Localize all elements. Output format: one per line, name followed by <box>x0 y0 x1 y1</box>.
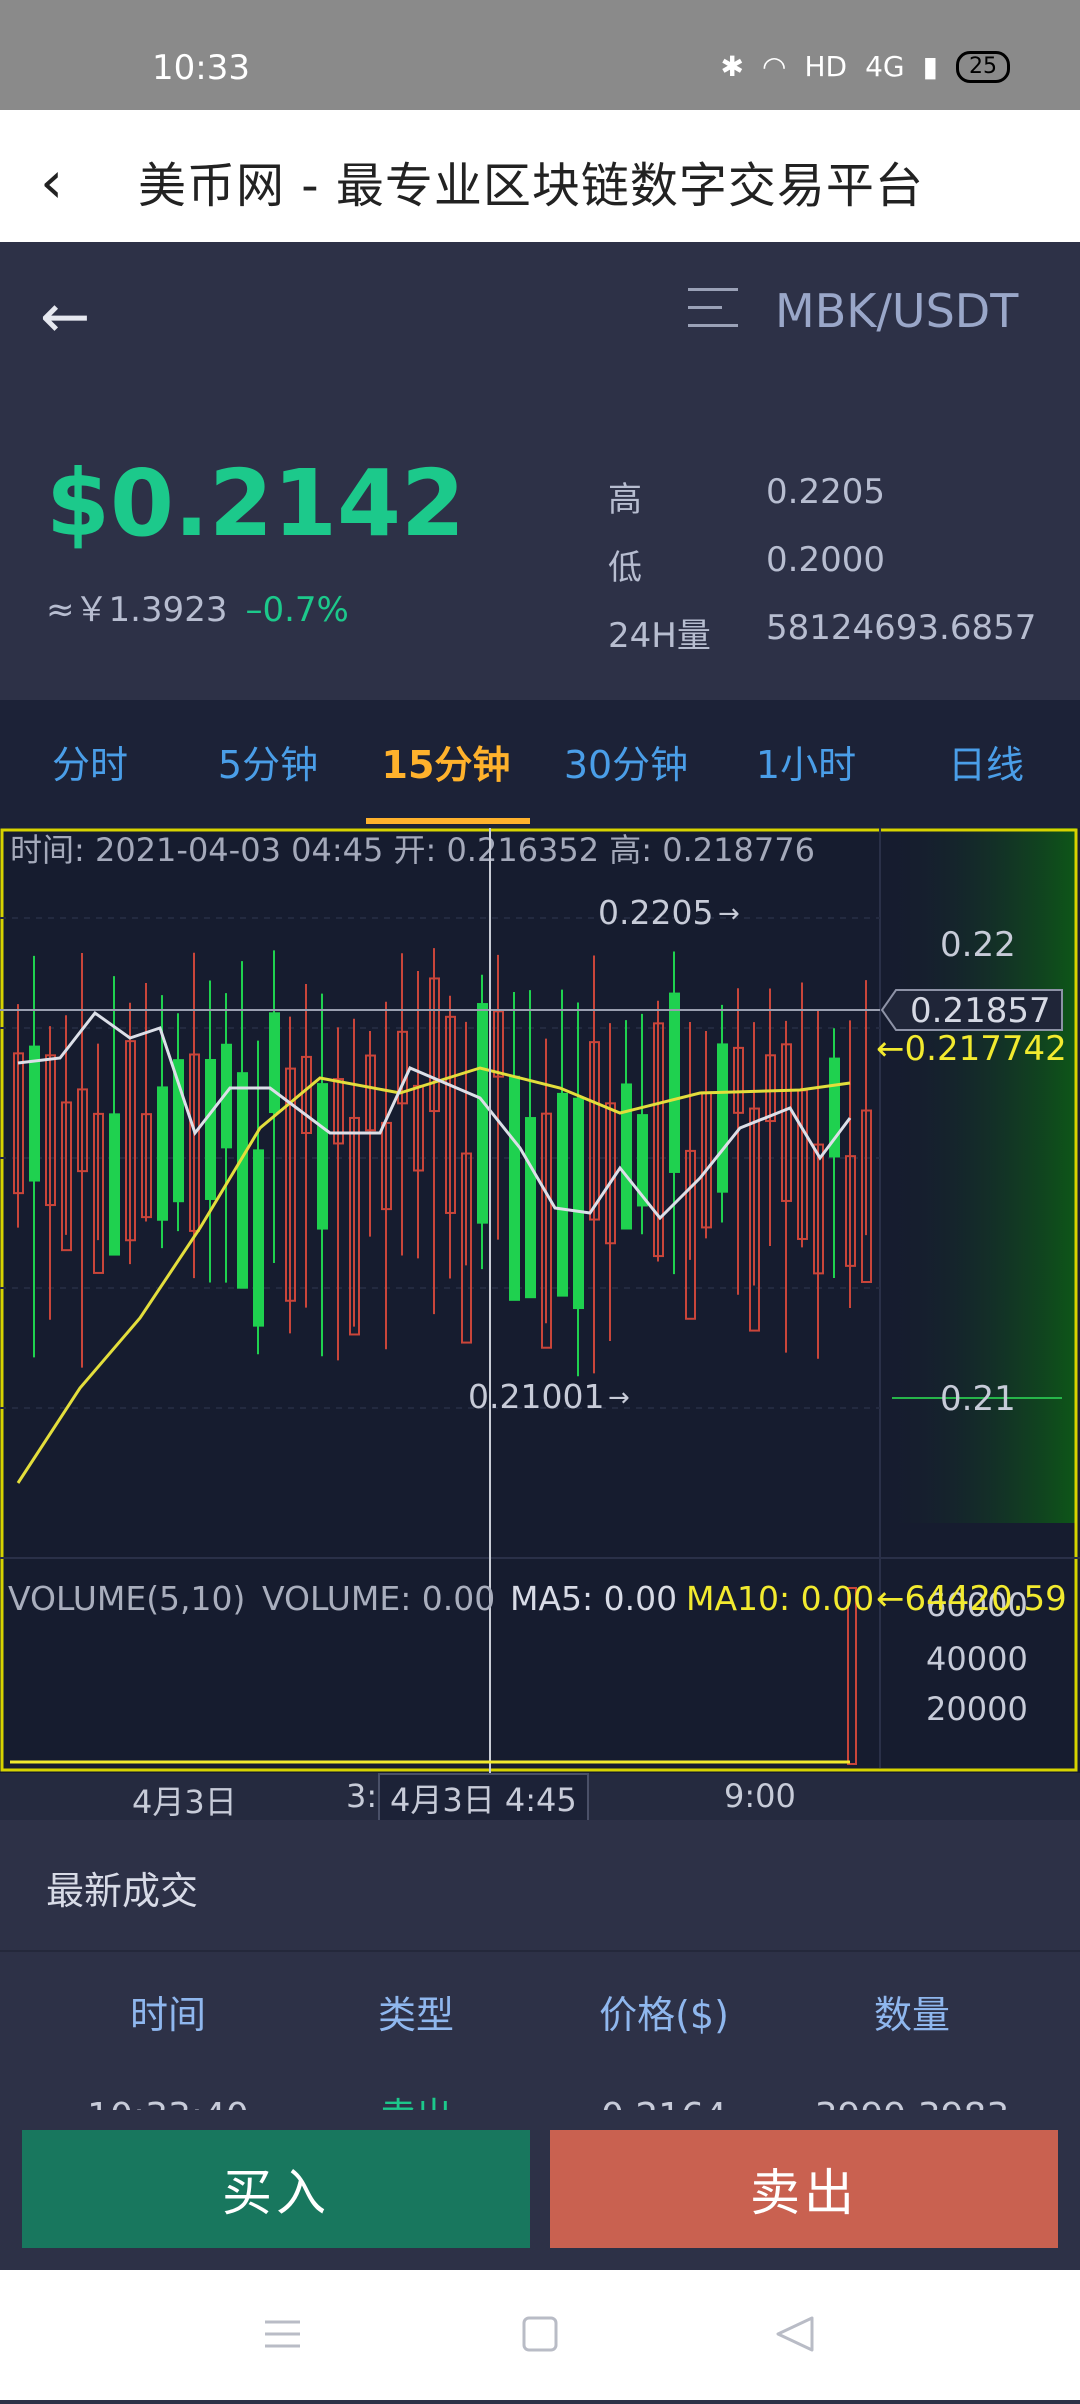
volume-arrow-icon: ← <box>876 1579 905 1619</box>
candle-body <box>109 1113 120 1256</box>
candle-body <box>269 1012 280 1114</box>
trade-row-type: 卖出 <box>296 2092 536 2112</box>
latest-price-value: 0.217742 <box>905 1029 1067 1069</box>
volume-tick-40000: 40000 <box>926 1640 1028 1678</box>
stat-low-label: 低 <box>608 548 642 588</box>
trade-row-amount: 3999.3983 <box>792 2092 1032 2112</box>
stat-volume-value: 58124693.6857 <box>766 608 1037 648</box>
col-price: 价格($) <box>599 1993 729 2037</box>
nav-menu-icon[interactable] <box>265 2320 300 2348</box>
current-price-tag-label: 0.21857 <box>910 991 1051 1031</box>
tab-30min[interactable]: 30分钟 <box>536 734 716 789</box>
latest-arrow-icon: ← <box>876 1029 905 1069</box>
candle-body <box>525 1117 536 1299</box>
tab-1hour[interactable]: 1小时 <box>716 734 896 789</box>
action-bar: 买入 卖出 <box>0 2110 1080 2270</box>
price-sub: ≈￥1.3923 –0.7% <box>46 582 349 631</box>
col-time: 时间 <box>129 1993 206 2037</box>
signal-icon: ▮ <box>922 50 938 83</box>
kline-svg[interactable]: 时间: 2021-04-03 04:45 开: 0.216352 高: 0.21… <box>0 828 1080 1773</box>
candle-body <box>717 1043 728 1193</box>
volume-legend-title: VOLUME(5,10) <box>8 1579 245 1618</box>
candle-body <box>237 1072 248 1289</box>
volume-legend-ma10: MA10: 0.00 <box>686 1579 874 1618</box>
active-tab-indicator <box>366 818 530 824</box>
buy-button[interactable]: 买入 <box>22 2130 530 2248</box>
trades-table: 时间 类型 价格($) 数量 10:33:40 卖出 0.2164 3999.3… <box>0 1950 1080 2112</box>
x-label-1: 4月3日 <box>132 1783 237 1821</box>
candle-body <box>509 1075 520 1301</box>
current-price: $0.2142 <box>46 450 466 557</box>
stat-volume-label: 24H量 <box>608 616 711 656</box>
back-arrow-icon[interactable]: ← <box>40 282 90 352</box>
max-arrow-icon: → <box>718 899 740 929</box>
nav-icons <box>265 2316 814 2352</box>
x-axis: 4月3日 3: 4月3日 4:45 9:00 <box>0 1773 1080 1823</box>
crosshair-time-label: 4月3日 4:45 <box>378 1773 589 1823</box>
nav-home-icon[interactable] <box>522 2316 558 2352</box>
candle-body <box>669 992 680 1173</box>
stat-high-label: 高 <box>608 480 642 520</box>
trade-row-price: 0.2164 <box>544 2092 784 2112</box>
status-bar: 10:33 ✱ ◠ HD 4G ▮ 25 <box>0 0 1080 110</box>
app-title-bar: ‹ 美币网 - 最专业区块链数字交易平台 <box>0 110 1080 242</box>
y-tick-021: 0.21 <box>940 1379 1016 1419</box>
candle-body <box>621 1083 632 1230</box>
menu-icon[interactable] <box>688 288 738 342</box>
volume-tick-20000: 20000 <box>926 1690 1028 1728</box>
network-label: HD <box>804 50 848 83</box>
max-price-label: 0.2205 <box>598 893 713 932</box>
volume-latest-label: ←64420.59 <box>876 1579 1067 1619</box>
sell-button[interactable]: 卖出 <box>550 2130 1058 2248</box>
stat-low-value: 0.2000 <box>766 540 885 580</box>
battery-level: 25 <box>969 53 997 79</box>
status-icons: ✱ ◠ HD 4G ▮ 25 <box>721 50 1010 83</box>
market-header: ← MBK/USDT $0.2142 ≈￥1.3923 –0.7% 高 0.220… <box>0 242 1080 700</box>
tab-timeshare[interactable]: 分时 <box>0 734 180 789</box>
latest-trades-title: 最新成交 <box>46 1869 199 1913</box>
kline-chart[interactable]: 时间: 2021-04-03 04:45 开: 0.216352 高: 0.21… <box>0 828 1080 1773</box>
col-type: 类型 <box>377 1993 454 2037</box>
candle-body <box>29 1045 40 1182</box>
system-nav-bar <box>0 2270 1080 2400</box>
tab-15min[interactable]: 15分钟 <box>356 734 536 789</box>
tab-5min[interactable]: 5分钟 <box>178 734 358 789</box>
latest-trades-header: 最新成交 <box>0 1820 1080 1950</box>
page-title: 美币网 - 最专业区块链数字交易平台 <box>138 158 924 214</box>
volume-legend-volume: VOLUME: 0.00 <box>262 1579 495 1618</box>
min-price-label: 0.21001 <box>468 1377 604 1416</box>
network-gen-label: 4G <box>865 50 905 83</box>
trading-pair[interactable]: MBK/USDT <box>775 284 1018 338</box>
candle-body <box>205 1058 216 1200</box>
cny-price: ≈￥1.3923 <box>46 590 228 630</box>
col-amount: 数量 <box>873 1993 950 2037</box>
chart-info-line: 时间: 2021-04-03 04:45 开: 0.216352 高: 0.21… <box>10 831 815 869</box>
wifi-icon: ◠ <box>762 50 787 83</box>
candle-body <box>253 1149 264 1327</box>
candle-body <box>477 1003 488 1224</box>
status-time: 10:33 <box>152 48 250 88</box>
price-change: –0.7% <box>245 590 349 630</box>
back-chevron-icon[interactable]: ‹ <box>40 148 63 216</box>
volume-latest-value: 64420.59 <box>905 1579 1067 1619</box>
volume-legend-ma5: MA5: 0.00 <box>510 1579 677 1618</box>
min-arrow-icon: → <box>608 1383 630 1413</box>
x-label-3: 9:00 <box>724 1777 796 1815</box>
candle-body <box>573 1097 584 1310</box>
bluetooth-icon: ✱ <box>720 50 744 83</box>
x-label-2: 3: <box>346 1777 378 1815</box>
candle-body <box>317 1083 328 1230</box>
battery-icon: 25 <box>956 50 1010 83</box>
interval-tabs: 分时 5分钟 15分钟 30分钟 1小时 日线 <box>0 700 1080 828</box>
nav-back-icon[interactable] <box>776 2316 814 2352</box>
tab-daily[interactable]: 日线 <box>896 734 1076 789</box>
y-tick-022: 0.22 <box>940 925 1016 965</box>
latest-price-label: ←0.217742 <box>876 1029 1067 1069</box>
candle-body <box>557 1092 568 1297</box>
candle-body <box>157 1086 168 1221</box>
trade-row-time: 10:33:40 <box>48 2092 288 2112</box>
stat-high-value: 0.2205 <box>766 472 885 512</box>
